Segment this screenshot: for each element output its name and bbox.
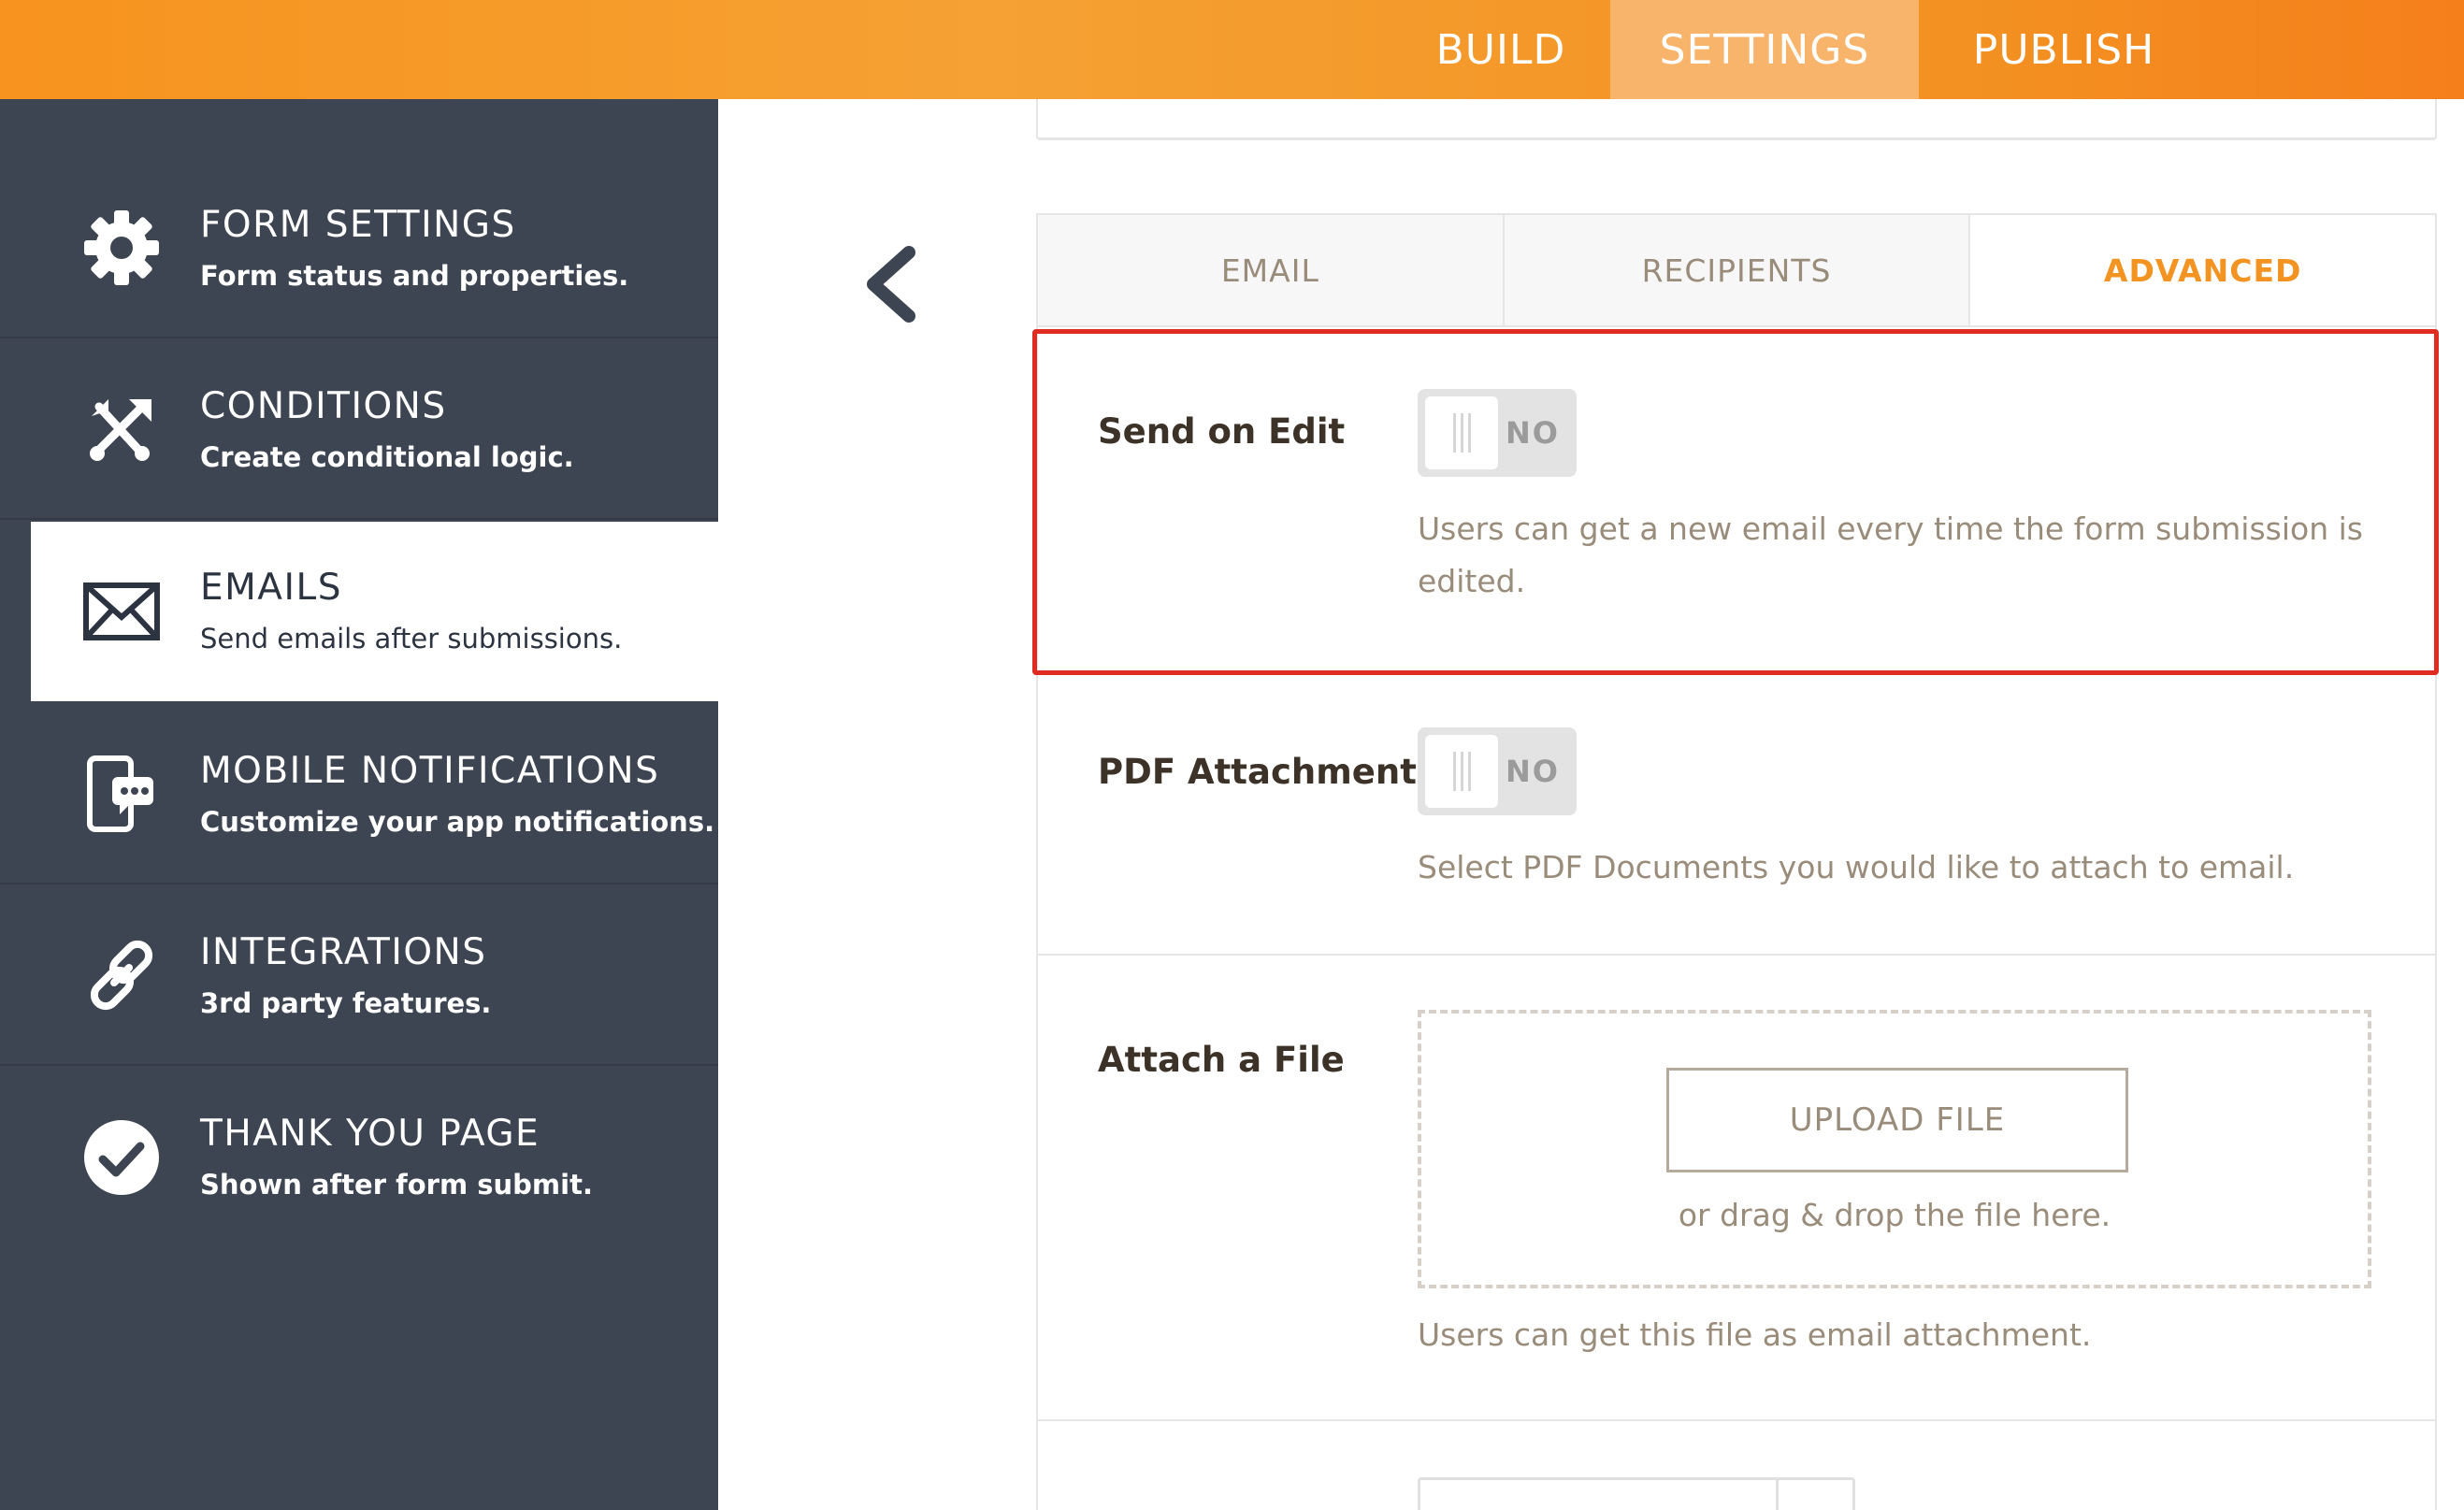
- subtab-advanced[interactable]: ADVANCED: [1970, 215, 2436, 325]
- sidebar-item-desc: Customize your app notifications.: [200, 806, 715, 838]
- tab-settings[interactable]: SETTINGS: [1610, 0, 1919, 99]
- sidebar-item-form-settings[interactable]: FORM SETTINGS Form status and properties…: [0, 159, 718, 338]
- drop-hint: or drag & drop the file here.: [1678, 1197, 2111, 1233]
- upload-file-button[interactable]: UPLOAD FILE: [1666, 1068, 2128, 1172]
- sidebar-item-desc: Create conditional logic.: [200, 441, 574, 473]
- pdf-attachment-label: PDF Attachment: [1098, 752, 1417, 792]
- advanced-settings-panel: Send on Edit NO Users can get a new emai…: [1036, 327, 2437, 1510]
- sidebar-item-desc: Form status and properties.: [200, 260, 629, 292]
- toggle-knob: [1425, 735, 1498, 808]
- send-on-edit-label: Send on Edit: [1098, 411, 1346, 452]
- tab-publish[interactable]: PUBLISH: [1919, 0, 2209, 99]
- sidebar-item-title: EMAILS: [200, 567, 342, 609]
- attach-file-label: Attach a File: [1098, 1040, 1345, 1080]
- send-on-edit-toggle[interactable]: NO: [1418, 389, 1577, 477]
- mobile-notification-icon: [87, 755, 153, 832]
- file-drop-zone[interactable]: UPLOAD FILE or drag & drop the file here…: [1418, 1010, 2371, 1288]
- toggle-state: NO: [1506, 415, 1560, 451]
- top-navigation-bar: BUILD SETTINGS PUBLISH: [0, 0, 2464, 99]
- sidebar-item-desc: 3rd party features.: [200, 987, 492, 1019]
- attach-file-row: Attach a File UPLOAD FILE or drag & drop…: [1038, 956, 2435, 1421]
- pdf-attachment-row: PDF Attachment NO Select PDF Documents y…: [1038, 673, 2435, 956]
- sidebar-item-title: THANK YOU PAGE: [200, 1113, 540, 1155]
- sidebar-item-desc: Send emails after submissions.: [200, 623, 623, 654]
- envelope-icon: [83, 582, 160, 640]
- sidebar-item-title: CONDITIONS: [200, 385, 447, 427]
- pdf-attachment-toggle[interactable]: NO: [1418, 727, 1577, 815]
- sidebar-item-integrations[interactable]: INTEGRATIONS 3rd party features.: [0, 886, 718, 1066]
- conditions-icon: [90, 399, 151, 461]
- attach-file-help: Users can get this file as email attachm…: [1418, 1316, 2092, 1353]
- email-subtabs: EMAIL RECIPIENTS ADVANCED: [1036, 213, 2437, 327]
- sidebar-item-thank-you-page[interactable]: THANK YOU PAGE Shown after form submit.: [0, 1068, 718, 1247]
- sidebar-item-title: MOBILE NOTIFICATIONS: [200, 750, 660, 792]
- partial-select-input[interactable]: [1418, 1477, 1855, 1510]
- panel-top-edge: [1036, 99, 2437, 140]
- settings-sidebar: FORM SETTINGS Form status and properties…: [0, 99, 718, 1510]
- pdf-attachment-help: Select PDF Documents you would like to a…: [1418, 849, 2295, 885]
- gear-icon: [84, 210, 159, 285]
- sidebar-item-emails[interactable]: EMAILS Send emails after submissions.: [31, 522, 718, 701]
- link-icon: [90, 940, 153, 1011]
- sidebar-item-desc: Shown after form submit.: [200, 1169, 593, 1201]
- tab-build[interactable]: BUILD: [1393, 0, 1608, 99]
- sidebar-item-title: INTEGRATIONS: [200, 931, 487, 973]
- sidebar-item-conditions[interactable]: CONDITIONS Create conditional logic.: [0, 340, 718, 520]
- toggle-state: NO: [1506, 754, 1560, 789]
- send-on-edit-row: Send on Edit NO Users can get a new emai…: [1038, 327, 2435, 673]
- sidebar-item-title: FORM SETTINGS: [200, 204, 516, 246]
- subtab-recipients[interactable]: RECIPIENTS: [1504, 215, 1971, 325]
- subtab-email[interactable]: EMAIL: [1038, 215, 1505, 325]
- sidebar-item-mobile-notifications[interactable]: MOBILE NOTIFICATIONS Customize your app …: [0, 705, 718, 884]
- send-on-edit-help: Users can get a new email every time the…: [1418, 511, 2363, 599]
- toggle-knob: [1425, 396, 1498, 469]
- back-chevron-icon[interactable]: [860, 245, 926, 324]
- check-circle-icon: [84, 1120, 159, 1195]
